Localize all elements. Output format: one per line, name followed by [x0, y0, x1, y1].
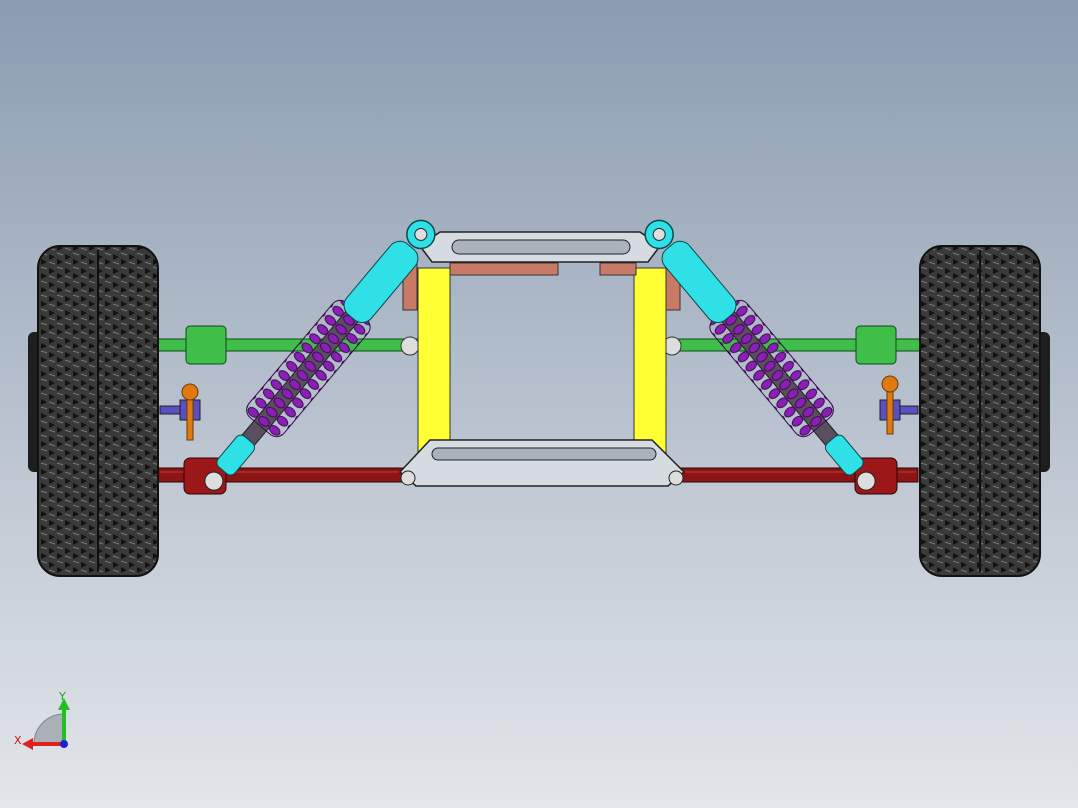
cad-viewport[interactable]: Y X: [0, 0, 1078, 808]
viewport-background: [0, 0, 1078, 808]
x-axis-label: X: [14, 734, 22, 747]
y-axis-label: Y: [58, 690, 66, 703]
tire-left[interactable]: [28, 245, 159, 577]
tire-right[interactable]: [919, 245, 1050, 577]
cad-model-canvas[interactable]: Y X: [0, 0, 1078, 808]
upper-crossmember[interactable]: [418, 231, 662, 263]
lower-crossmember[interactable]: [398, 439, 686, 487]
upper-bracket: [449, 262, 637, 276]
